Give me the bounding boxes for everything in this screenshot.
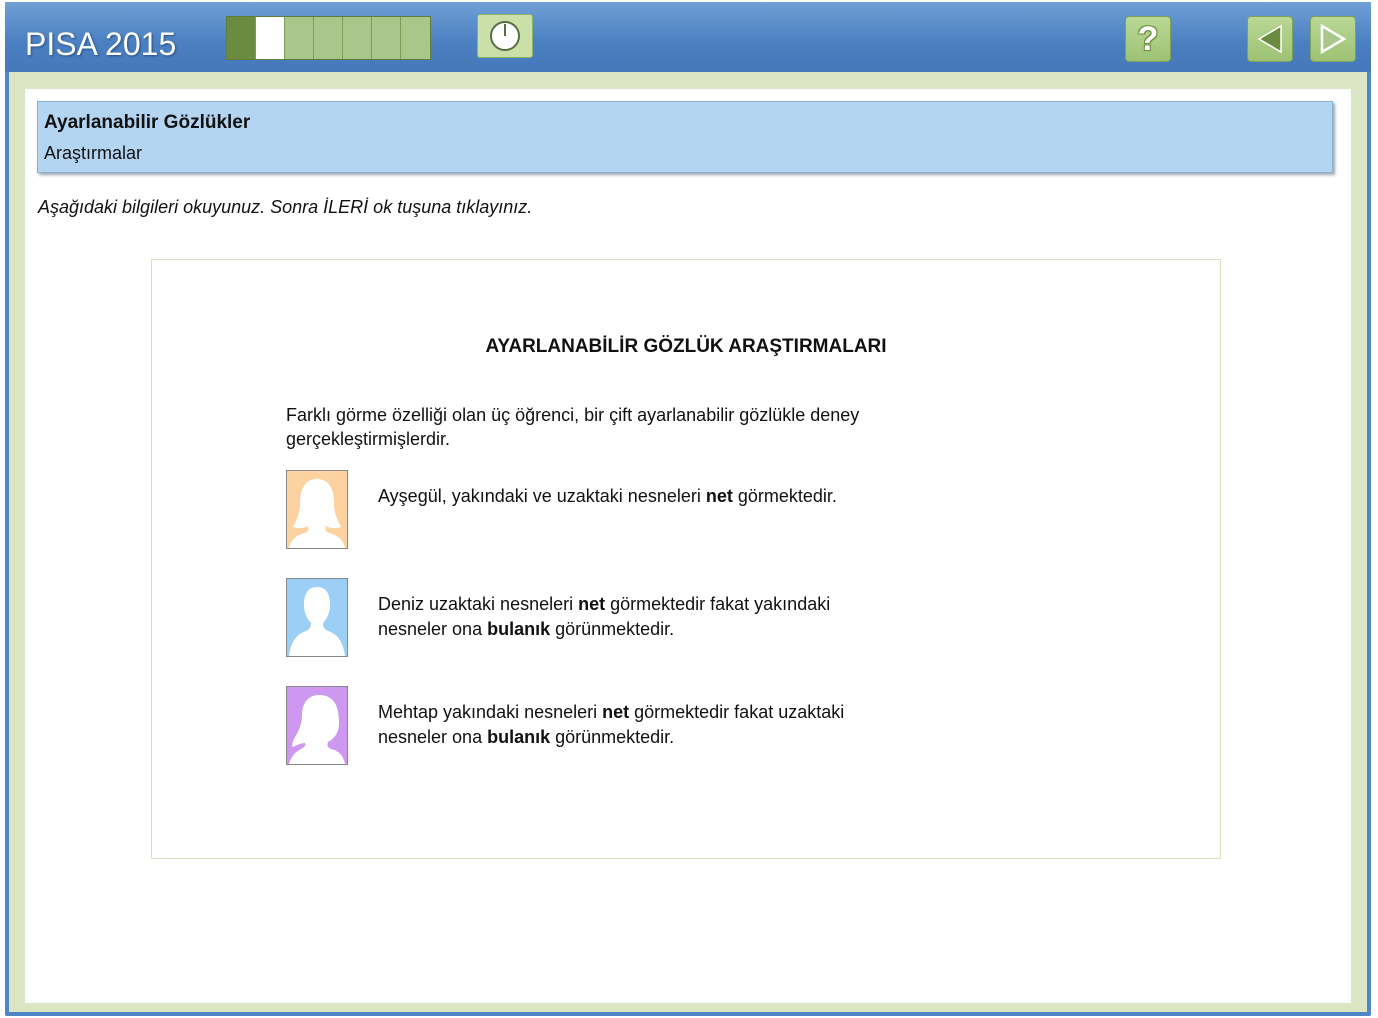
unit-header: Ayarlanabilir Gözlükler Araştırmalar (37, 101, 1333, 173)
avatar-deniz (286, 578, 348, 657)
stimulus-panel: AYARLANABİLİR GÖZLÜK ARAŞTIRMALARI Farkl… (151, 259, 1221, 859)
progress-segment-3 (285, 17, 314, 59)
right-arrow-icon (1320, 23, 1347, 55)
unit-subtitle: Araştırmalar (44, 143, 143, 163)
person-silhouette-icon (287, 579, 347, 656)
person-description: Mehtap yakındaki nesneleri net görmekted… (378, 702, 845, 747)
clock-icon (490, 21, 520, 51)
content-frame: Ayarlanabilir Gözlükler Araştırmalar Aşa… (9, 72, 1367, 1012)
person-mehtap: Mehtap yakındaki nesneleri net görmekted… (286, 686, 986, 766)
progress-segment-1 (227, 17, 256, 59)
progress-segment-6 (372, 17, 401, 59)
timer-button[interactable] (477, 14, 533, 58)
person-description: Deniz uzaktaki nesneleri net görmektedir… (378, 594, 831, 639)
progress-segment-5 (343, 17, 372, 59)
person-silhouette-icon (287, 471, 347, 548)
person-description: Ayşegül, yakındaki ve uzaktaki nesneleri… (378, 486, 837, 506)
top-toolbar: PISA 2015 ? (5, 2, 1371, 72)
person-silhouette-icon (287, 687, 347, 764)
avatar-aysegul (286, 470, 348, 549)
progress-indicator (226, 16, 431, 60)
unit-title: Ayarlanabilir Gözlükler (44, 112, 251, 133)
pisa-app-window: PISA 2015 ? Ayarlanabilir Gözlükler Araş… (5, 2, 1371, 1016)
progress-segment-7 (401, 17, 430, 59)
help-button[interactable]: ? (1125, 16, 1171, 62)
help-icon: ? (1137, 19, 1159, 58)
person-aysegul: Ayşegül, yakındaki ve uzaktaki nesneleri… (286, 470, 986, 550)
next-button[interactable] (1310, 16, 1356, 62)
stimulus-intro: Farklı görme özelliği olan üç öğrenci, b… (286, 405, 860, 449)
back-button[interactable] (1247, 16, 1293, 62)
left-arrow-icon (1257, 24, 1282, 54)
content-area: Ayarlanabilir Gözlükler Araştırmalar Aşa… (25, 89, 1351, 1003)
progress-segment-4 (314, 17, 343, 59)
person-deniz: Deniz uzaktaki nesneleri net görmektedir… (286, 578, 986, 658)
avatar-mehtap (286, 686, 348, 765)
instruction-text: Aşağıdaki bilgileri okuyunuz. Sonra İLER… (38, 197, 533, 217)
progress-segment-2 (256, 17, 285, 59)
app-title: PISA 2015 (25, 26, 177, 62)
stimulus-title: AYARLANABİLİR GÖZLÜK ARAŞTIRMALARI (485, 336, 887, 357)
